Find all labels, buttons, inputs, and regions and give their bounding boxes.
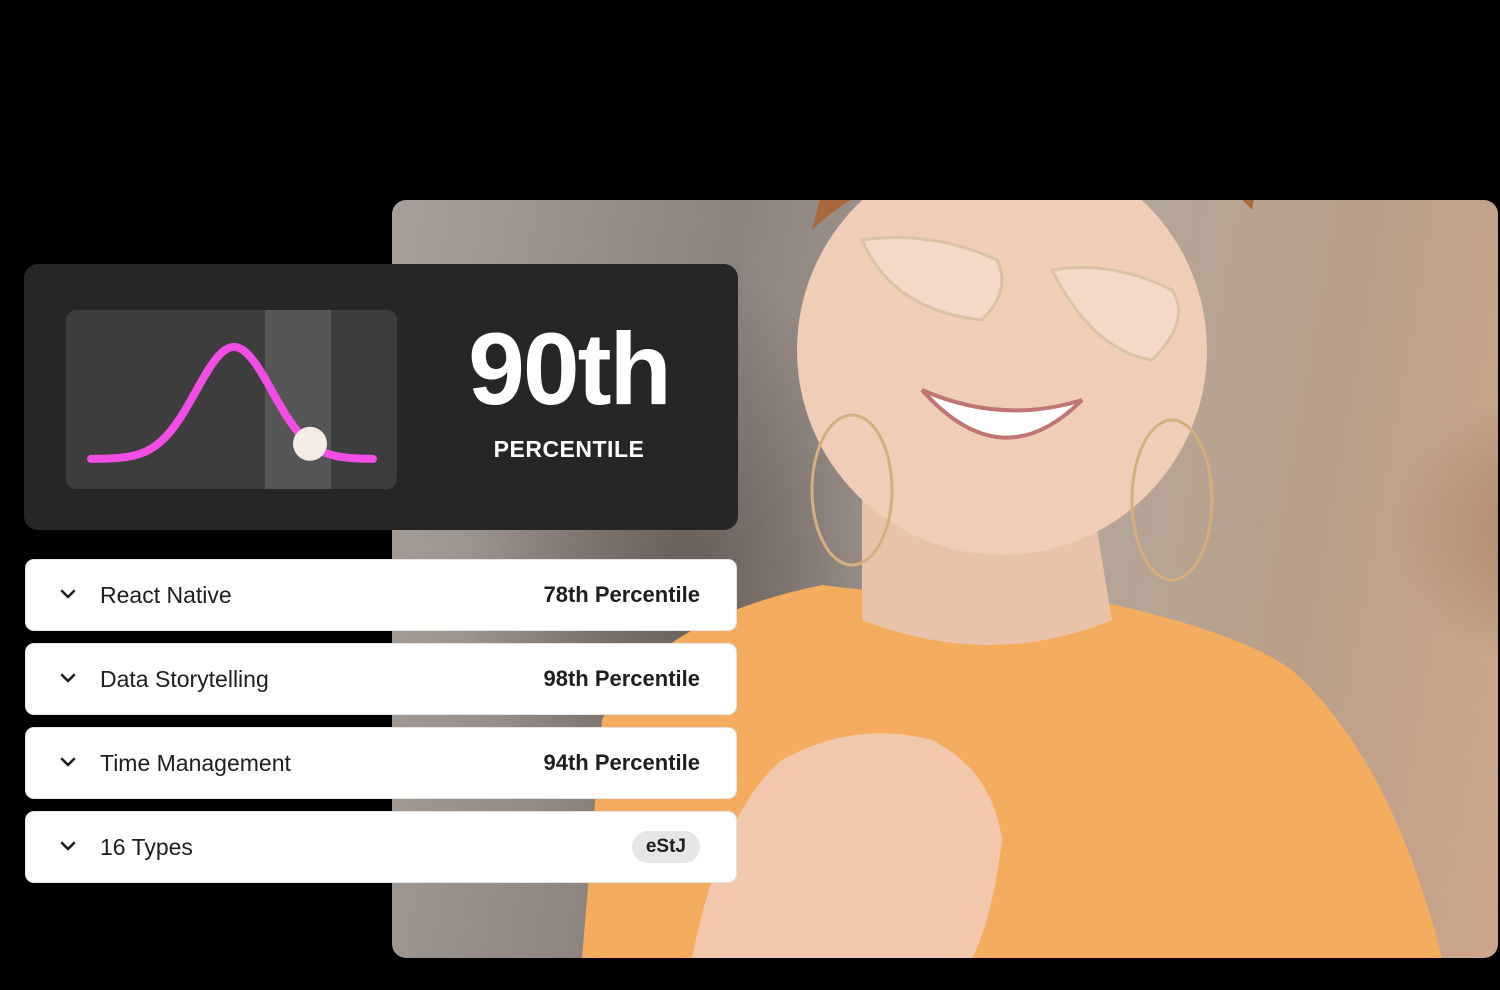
skill-row-data-storytelling[interactable]: Data Storytelling 98th Percentile bbox=[26, 644, 736, 714]
skill-row-time-management[interactable]: Time Management 94th Percentile bbox=[26, 728, 736, 798]
skill-results-list: React Native 78th Percentile Data Storyt… bbox=[26, 560, 736, 896]
percentile-score-card: 90th PERCENTILE bbox=[24, 264, 738, 530]
skill-name: 16 Types bbox=[100, 834, 193, 860]
distribution-curve-graphic bbox=[87, 343, 377, 463]
chevron-down-icon[interactable] bbox=[58, 754, 78, 772]
skill-percentile: 94th Percentile bbox=[543, 750, 700, 775]
chevron-down-icon[interactable] bbox=[58, 586, 78, 604]
percentile-marker-dot bbox=[293, 426, 327, 461]
skill-name: Data Storytelling bbox=[100, 666, 269, 692]
skill-row-16-types[interactable]: 16 Types eStJ bbox=[26, 812, 736, 882]
chevron-down-icon[interactable] bbox=[58, 838, 78, 856]
skill-row-react-native[interactable]: React Native 78th Percentile bbox=[26, 560, 736, 630]
percentile-value: 90th bbox=[468, 312, 672, 426]
skill-percentile: 98th Percentile bbox=[543, 666, 700, 691]
distribution-chart bbox=[66, 310, 397, 489]
bell-curve-line bbox=[87, 343, 377, 463]
percentile-label: PERCENTILE bbox=[493, 436, 645, 462]
skill-name: Time Management bbox=[100, 750, 291, 776]
skill-percentile: 78th Percentile bbox=[543, 582, 700, 607]
skill-name: React Native bbox=[100, 582, 232, 608]
chevron-down-icon[interactable] bbox=[58, 670, 78, 688]
personality-type-badge: eStJ bbox=[631, 831, 700, 863]
